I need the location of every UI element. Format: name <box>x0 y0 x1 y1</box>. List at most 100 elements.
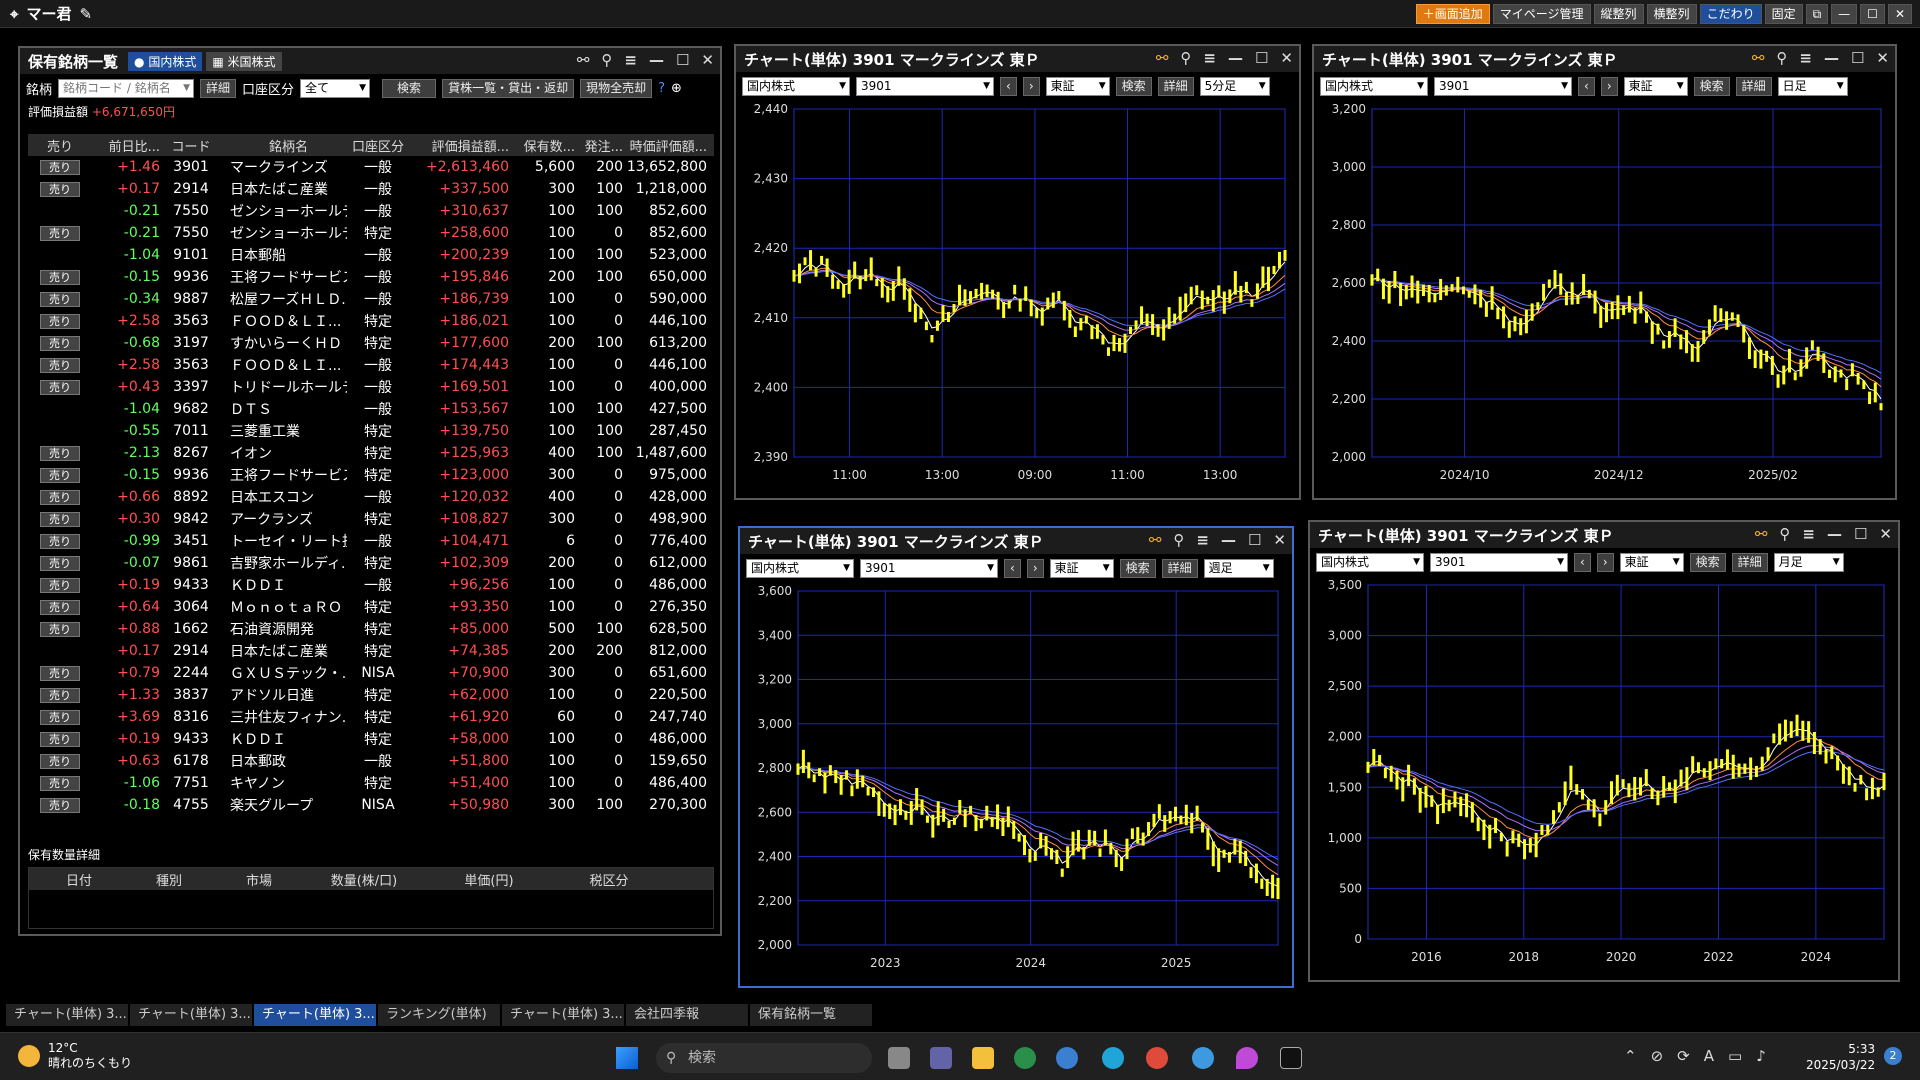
chart-area[interactable]: 2,440 2,430 2,420 2,410 2,400 2,390 11:00 13:00… <box>736 101 1299 491</box>
sell-button[interactable]: 売り <box>40 379 80 395</box>
weather-widget[interactable]: 12°C 晴れのちくもり <box>18 1041 132 1071</box>
bottom-tab[interactable]: 会社四季報 <box>626 1004 748 1026</box>
table-row[interactable]: -1.04 9101 日本郵船 一般 +200,239 100 100 523,… <box>28 244 714 266</box>
code-input[interactable]: 3901 <box>856 77 994 96</box>
sell-button[interactable]: 売り <box>40 599 80 615</box>
lend-button[interactable]: 貸株一覧・貸出・返却 <box>442 79 575 98</box>
clock[interactable]: 5:33 2025/03/22 <box>1806 1041 1875 1073</box>
search-icon[interactable]: ⚲ <box>1180 49 1191 67</box>
link-icon[interactable]: ⚯ <box>1752 49 1765 67</box>
minimize-icon[interactable]: — <box>1228 49 1243 67</box>
chart-search-button[interactable]: 検索 <box>1115 77 1152 96</box>
close-icon[interactable]: ✕ <box>1887 4 1912 24</box>
table-row[interactable]: 売り -1.06 7751 キヤノン 特定 +51,400 100 0 486,… <box>28 772 714 794</box>
edge-icon[interactable] <box>1102 1047 1124 1069</box>
chart-area[interactable]: 3,500 3,000 2,500 2,000 1,500 1,000 500 0 2016 20… <box>1310 577 1898 973</box>
detail-button[interactable]: 詳細 <box>200 79 237 98</box>
table-row[interactable]: 売り +1.33 3837 アドソル日進 特定 +62,000 100 0 22… <box>28 684 714 706</box>
sell-button[interactable]: 売り <box>40 775 80 791</box>
teams-icon[interactable] <box>930 1047 952 1069</box>
link-icon[interactable]: ⚯ <box>1755 525 1768 543</box>
next-button[interactable]: › <box>1026 559 1044 578</box>
tile-horizontal-button[interactable]: 横整列 <box>1646 4 1697 24</box>
prev-button[interactable]: ‹ <box>1574 553 1591 572</box>
tab-jp-stocks[interactable]: ● 国内株式 <box>128 51 203 71</box>
start-icon[interactable] <box>616 1047 638 1069</box>
col-sell[interactable]: 売り <box>28 136 92 155</box>
chart-search-button[interactable]: 検索 <box>1689 553 1726 572</box>
folder-icon[interactable] <box>972 1047 994 1069</box>
col-qty[interactable]: 保有数... <box>509 136 575 155</box>
price-chart[interactable]: 3,600 3,400 3,200 3,000 2,800 2,600 2,400 2,200… <box>740 583 1292 979</box>
chevron-up-icon[interactable]: ⌃ <box>1624 1047 1637 1065</box>
sell-button[interactable]: 売り <box>40 753 80 769</box>
maximize-icon[interactable]: ☐ <box>676 51 689 69</box>
sell-button[interactable]: 売り <box>40 269 80 285</box>
table-row[interactable]: 売り +1.46 3901 マークラインズ 一般 +2,613,460 5,60… <box>28 156 714 178</box>
sell-button[interactable]: 売り <box>40 687 80 703</box>
taskbar-search[interactable]: ⚲ 検索 <box>656 1043 872 1073</box>
minimize-icon[interactable]: — <box>1824 49 1839 67</box>
sell-button[interactable]: 売り <box>40 511 80 527</box>
table-row[interactable]: 売り +0.66 8892 日本エスコン 一般 +120,032 400 0 4… <box>28 486 714 508</box>
price-chart[interactable]: 2,440 2,430 2,420 2,410 2,400 2,390 11:00 13:00… <box>736 101 1299 491</box>
minimize-icon[interactable]: — <box>1827 525 1842 543</box>
bottom-tab[interactable]: ランキング(単体) <box>378 1004 500 1026</box>
code-search-input[interactable]: 銘柄コード / 銘柄名 <box>58 79 195 98</box>
exchange-select[interactable]: 東証 <box>1623 77 1688 96</box>
table-row[interactable]: 売り +2.58 3563 ＦＯＯＤ＆ＬＩ... 一般 +174,443 100… <box>28 354 714 376</box>
market-select[interactable]: 国内株式 <box>742 77 850 96</box>
search-icon[interactable]: ⚲ <box>1776 49 1787 67</box>
prev-button[interactable]: ‹ <box>1000 77 1017 96</box>
sell-button[interactable]: 売り <box>40 555 80 571</box>
sell-button[interactable]: 売り <box>40 533 80 549</box>
sell-button[interactable]: 売り <box>40 665 80 681</box>
chart-detail-button[interactable]: 詳細 <box>1161 559 1198 578</box>
table-row[interactable]: 売り +0.17 2914 日本たばこ産業 一般 +337,500 300 10… <box>28 178 714 200</box>
bottom-tab[interactable]: チャート(単体) 3... <box>130 1004 252 1026</box>
col-account[interactable]: 口座区分 <box>347 136 409 155</box>
table-row[interactable]: 売り +0.88 1662 石油資源開発 特定 +85,000 500 100 … <box>28 618 714 640</box>
table-row[interactable]: +0.17 2914 日本たばこ産業 特定 +74,385 200 200 81… <box>28 640 714 662</box>
sell-button[interactable]: 売り <box>40 313 80 329</box>
sell-all-button[interactable]: 現物全売却 <box>580 79 653 98</box>
app-icon[interactable] <box>1056 1047 1078 1069</box>
prev-button[interactable]: ‹ <box>1004 559 1021 578</box>
chart-detail-button[interactable]: 詳細 <box>1731 553 1768 572</box>
table-row[interactable]: 売り -0.34 9887 松屋フーズＨＬＤ... 一般 +186,739 10… <box>28 288 714 310</box>
sell-button[interactable]: 売り <box>40 621 80 637</box>
table-row[interactable]: 売り -0.15 9936 王将フードサービス 一般 +195,846 200 … <box>28 266 714 288</box>
close-icon[interactable]: ✕ <box>1280 49 1293 67</box>
earth-icon[interactable] <box>1192 1047 1214 1069</box>
menu-icon[interactable]: ≡ <box>1203 49 1216 67</box>
sell-button[interactable]: 売り <box>40 181 80 197</box>
search-icon[interactable]: ⚲ <box>1779 525 1790 543</box>
table-row[interactable]: -0.21 7550 ゼンショーホールデ... 一般 +310,637 100 … <box>28 200 714 222</box>
col-name[interactable]: 銘柄名 <box>222 136 347 155</box>
sell-button[interactable]: 売り <box>40 159 80 175</box>
table-row[interactable]: 売り +0.19 9433 ＫＤＤＩ 特定 +58,000 100 0 486,… <box>28 728 714 750</box>
sell-button[interactable]: 売り <box>40 731 80 747</box>
sell-button[interactable]: 売り <box>40 445 80 461</box>
sell-button[interactable]: 売り <box>40 489 80 505</box>
tile-vertical-button[interactable]: 縦整列 <box>1593 4 1644 24</box>
sync-icon[interactable]: ⟳ <box>1677 1047 1690 1065</box>
bottom-tab[interactable]: チャート(単体) 3... <box>6 1004 128 1026</box>
search-icon[interactable]: ⚲ <box>1173 531 1184 549</box>
network-off-icon[interactable]: ⊘ <box>1651 1047 1664 1065</box>
table-row[interactable]: 売り +0.19 9433 ＫＤＤＩ 一般 +96,256 100 0 486,… <box>28 574 714 596</box>
maximize-icon[interactable]: ☐ <box>1248 531 1261 549</box>
period-select[interactable]: 日足 <box>1777 77 1848 96</box>
code-input[interactable]: 3901 <box>1434 77 1572 96</box>
col-order[interactable]: 発注... <box>575 136 623 155</box>
table-row[interactable]: 売り -0.99 3451 トーセイ・リート投... 一般 +104,471 6… <box>28 530 714 552</box>
table-row[interactable]: 売り -0.21 7550 ゼンショーホールデ... 特定 +258,600 1… <box>28 222 714 244</box>
chart-detail-button[interactable]: 詳細 <box>1735 77 1772 96</box>
link-icon[interactable]: ⚯ <box>1156 49 1169 67</box>
edit-icon[interactable]: ✎ <box>79 5 92 23</box>
period-select[interactable]: 月足 <box>1773 553 1844 572</box>
search-icon[interactable]: ⚲ <box>601 51 612 69</box>
link-icon[interactable]: ⚯ <box>577 51 590 69</box>
download-icon[interactable]: ⊕ <box>671 81 682 96</box>
table-row[interactable]: 売り -0.15 9936 王将フードサービス 特定 +123,000 300 … <box>28 464 714 486</box>
